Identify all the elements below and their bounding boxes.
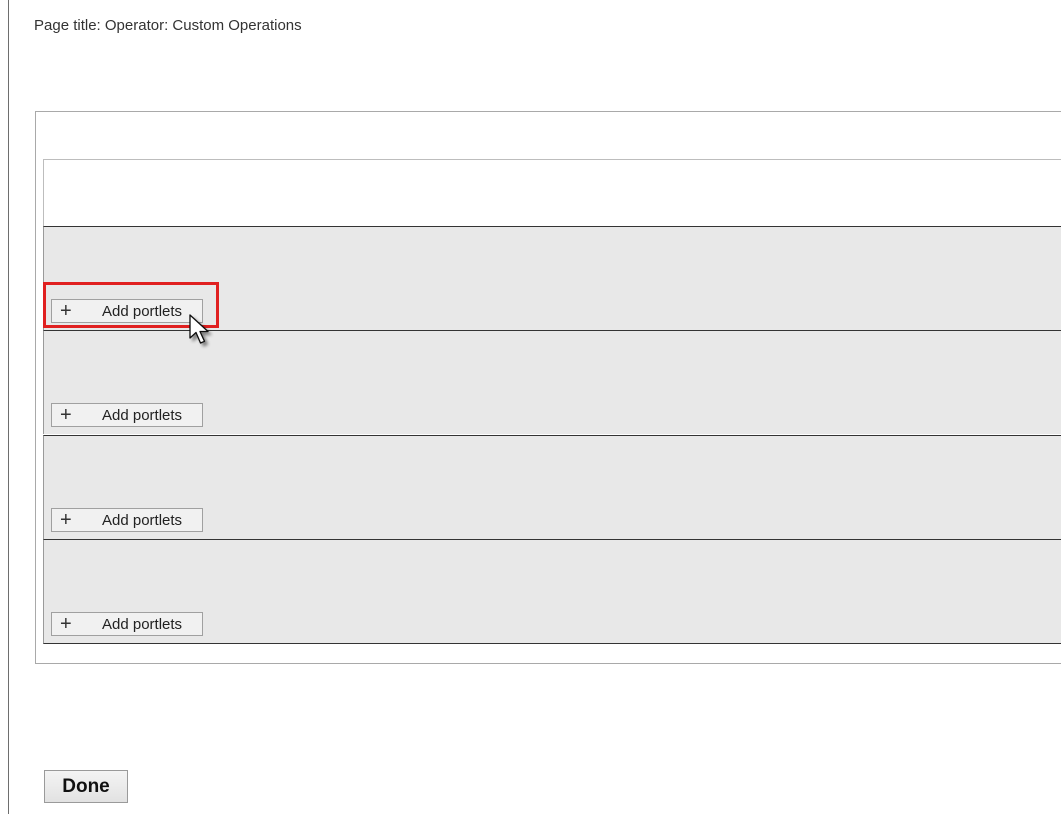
plus-icon: + — [60, 509, 72, 531]
layout-row-3: + Add portlets — [43, 435, 1061, 539]
add-portlets-button[interactable]: + Add portlets — [51, 508, 203, 532]
done-button[interactable]: Done — [44, 770, 128, 803]
add-portlets-button[interactable]: + Add portlets — [51, 612, 203, 636]
add-portlets-label: Add portlets — [102, 511, 183, 529]
add-portlets-button[interactable]: + Add portlets — [51, 299, 203, 323]
window-left-border — [8, 0, 9, 814]
add-portlets-label: Add portlets — [102, 406, 183, 424]
add-portlets-button[interactable]: + Add portlets — [51, 403, 203, 427]
plus-icon: + — [60, 300, 72, 322]
plus-icon: + — [60, 613, 72, 635]
layout-header-area — [43, 159, 1061, 226]
page-title: Page title: Operator: Custom Operations — [34, 17, 302, 34]
mouse-pointer-icon — [189, 314, 209, 344]
add-portlets-label: Add portlets — [102, 302, 183, 320]
layout-row-4: + Add portlets — [43, 539, 1061, 644]
plus-icon: + — [60, 404, 72, 426]
add-portlets-label: Add portlets — [102, 615, 183, 633]
